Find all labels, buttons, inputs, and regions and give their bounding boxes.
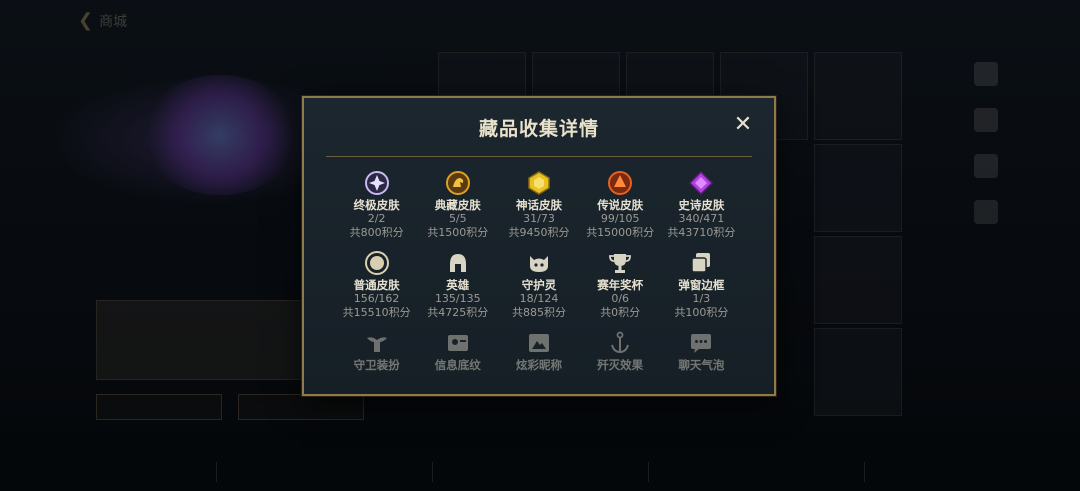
category-item-hero[interactable]: 英雄 135/135 共4725积分	[417, 248, 498, 324]
trophy-icon	[607, 250, 633, 276]
category-item-epic-skin[interactable]: 史诗皮肤 340/471 共43710积分	[661, 168, 742, 244]
category-item-trophy[interactable]: 赛年奖杯 0/6 共0积分	[580, 248, 661, 324]
category-item-popup-frame[interactable]: 弹窗边框 1/3 共100积分	[661, 248, 742, 324]
category-score: 共43710积分	[667, 226, 736, 239]
category-name: 典藏皮肤	[434, 198, 481, 212]
category-count: 31/73	[523, 212, 555, 225]
category-score: 共1500积分	[427, 226, 489, 239]
category-item-kill-effect[interactable]: 歼灭效果	[580, 328, 661, 372]
category-score: 共100积分	[674, 306, 729, 319]
category-name: 炫彩昵称	[515, 358, 562, 372]
dialog-title: 藏品收集详情	[478, 118, 599, 140]
category-count: 135/135	[434, 292, 481, 305]
kill-effect-icon	[607, 330, 633, 356]
category-score: 共15000积分	[586, 226, 655, 239]
category-name: 传说皮肤	[597, 198, 644, 212]
category-item-legend-skin[interactable]: 传说皮肤 99/105 共15000积分	[580, 168, 661, 244]
normal-skin-icon	[364, 250, 390, 276]
colorful-nickname-icon	[526, 330, 552, 356]
category-name: 歼灭效果	[597, 358, 644, 372]
category-count: 5/5	[448, 212, 467, 225]
category-name: 史诗皮肤	[678, 198, 725, 212]
category-item-normal-skin[interactable]: 普通皮肤 156/162 共15510积分	[336, 248, 417, 324]
legend-skin-icon	[607, 170, 633, 196]
category-name: 普通皮肤	[353, 278, 400, 292]
category-score: 共15510积分	[342, 306, 411, 319]
category-item-collector-skin[interactable]: 典藏皮肤 5/5 共1500积分	[417, 168, 498, 244]
hero-helmet-icon	[445, 250, 471, 276]
chat-bubble-icon	[688, 330, 714, 356]
guard-outfit-icon	[364, 330, 390, 356]
category-count: 2/2	[367, 212, 386, 225]
close-icon: ✕	[733, 112, 753, 137]
category-name: 聊天气泡	[678, 358, 725, 372]
collection-category-grid: 终极皮肤 2/2 共800积分 典藏皮肤 5/5 共1500积分 神话皮肤 31…	[336, 168, 742, 372]
category-score: 共0积分	[600, 306, 641, 319]
title-divider	[326, 156, 752, 157]
category-score: 共885积分	[511, 306, 566, 319]
category-item-guardian-spirit[interactable]: 守护灵 18/124 共885积分	[498, 248, 579, 324]
category-name: 信息底纹	[434, 358, 481, 372]
epic-skin-icon	[688, 170, 714, 196]
collector-skin-icon	[445, 170, 471, 196]
collection-details-dialog: 藏品收集详情 ✕ 终极皮肤 2/2 共800积分 典藏皮肤 5/5 共1500积…	[302, 96, 776, 396]
category-count: 99/105	[600, 212, 640, 225]
category-name: 英雄	[446, 278, 470, 292]
category-item-ultimate-skin[interactable]: 终极皮肤 2/2 共800积分	[336, 168, 417, 244]
popup-frame-icon	[688, 250, 714, 276]
guardian-spirit-icon	[526, 250, 552, 276]
category-item-guard-outfit[interactable]: 守卫装扮	[336, 328, 417, 372]
info-shading-icon	[445, 330, 471, 356]
close-button[interactable]: ✕	[732, 114, 754, 136]
category-count: 1/3	[692, 292, 711, 305]
ultimate-skin-icon	[364, 170, 390, 196]
category-name: 终极皮肤	[353, 198, 400, 212]
category-score: 共4725积分	[427, 306, 489, 319]
category-score: 共9450积分	[508, 226, 570, 239]
category-item-info-shading[interactable]: 信息底纹	[417, 328, 498, 372]
category-count: 18/124	[519, 292, 559, 305]
mythic-skin-icon	[526, 170, 552, 196]
category-score: 共800积分	[349, 226, 404, 239]
category-name: 守卫装扮	[353, 358, 400, 372]
category-name: 神话皮肤	[515, 198, 562, 212]
category-name: 守护灵	[521, 278, 557, 292]
category-count: 0/6	[611, 292, 630, 305]
category-count: 340/471	[678, 212, 725, 225]
category-name: 赛年奖杯	[597, 278, 644, 292]
category-item-mythic-skin[interactable]: 神话皮肤 31/73 共9450积分	[498, 168, 579, 244]
category-count: 156/162	[353, 292, 400, 305]
category-item-colorful-nickname[interactable]: 炫彩昵称	[498, 328, 579, 372]
category-name: 弹窗边框	[678, 278, 725, 292]
category-item-chat-bubble[interactable]: 聊天气泡	[661, 328, 742, 372]
